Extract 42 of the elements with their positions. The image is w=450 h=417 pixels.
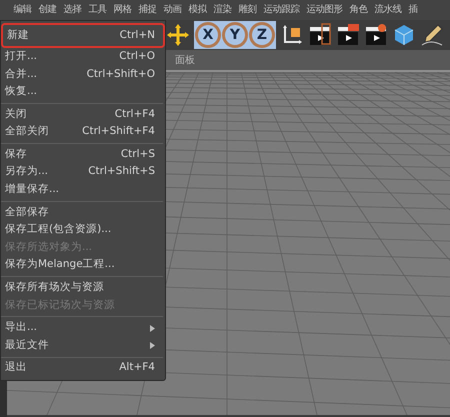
viewport-menu[interactable]: 面板 <box>175 55 195 66</box>
cube-icon[interactable] <box>392 23 416 47</box>
menu-item[interactable]: 导出... <box>1 319 163 337</box>
menu-item[interactable]: 捕捉 <box>135 0 160 20</box>
menu-item[interactable]: 选择 <box>60 0 85 20</box>
menu-item[interactable]: 工具 <box>85 0 110 20</box>
move-icon[interactable] <box>166 23 190 47</box>
clapperboard-icon[interactable] <box>364 23 388 47</box>
menu-item[interactable]: 全部保存 <box>1 204 163 222</box>
menu-item[interactable]: 另存为... Ctrl+Shift+S <box>1 164 163 182</box>
menu-item[interactable]: 保存为Melange工程... <box>1 256 163 274</box>
menu-item[interactable]: 保存所有场次与资源 <box>1 279 163 297</box>
menu-item[interactable]: 插 <box>405 0 421 20</box>
menu-item[interactable]: 新建 Ctrl+N <box>3 25 163 46</box>
clapperboard-icon[interactable] <box>336 23 360 47</box>
menu-item[interactable]: 保存工程(包含资源)... <box>1 221 163 239</box>
menu-item[interactable]: 增量保存... <box>1 181 163 199</box>
menu-item[interactable]: 关闭 Ctrl+F4 <box>1 106 163 124</box>
menu-item[interactable]: 全部关闭 Ctrl+Shift+F4 <box>1 123 163 141</box>
menu-item[interactable]: 动画 <box>160 0 185 20</box>
menu-item[interactable]: 角色 <box>346 0 371 20</box>
menu-item[interactable]: 合并... Ctrl+Shift+O <box>1 66 163 84</box>
axis-lock-button[interactable]: Z <box>249 22 275 48</box>
pen-icon[interactable] <box>420 23 444 47</box>
menu-item[interactable]: 编辑 <box>10 0 35 20</box>
menu-item[interactable]: 运动图形 <box>303 0 346 20</box>
axis-lock-button[interactable]: Y <box>222 22 248 48</box>
menu-item[interactable]: 保存 Ctrl+S <box>1 146 163 164</box>
menu-item[interactable]: 运动跟踪 <box>260 0 303 20</box>
menu-item[interactable]: 模拟 <box>185 0 210 20</box>
menu-item[interactable]: 流水线 <box>371 0 405 20</box>
axes-icon[interactable] <box>280 23 304 47</box>
menu-item[interactable]: 网格 <box>110 0 135 20</box>
menu-item[interactable]: 恢复... <box>1 83 163 101</box>
menu-item[interactable]: 雕刻 <box>235 0 260 20</box>
axis-lock-button[interactable]: X <box>195 22 221 48</box>
menu-item[interactable]: 打开... Ctrl+O <box>1 48 163 66</box>
menu-item[interactable]: 渲染 <box>210 0 235 20</box>
menu-item[interactable]: 最近文件 <box>1 336 163 354</box>
clapperboard-icon[interactable] <box>308 23 332 47</box>
menu-item[interactable]: 创建 <box>35 0 60 20</box>
menu-item[interactable]: 退出 Alt+F4 <box>1 360 163 378</box>
